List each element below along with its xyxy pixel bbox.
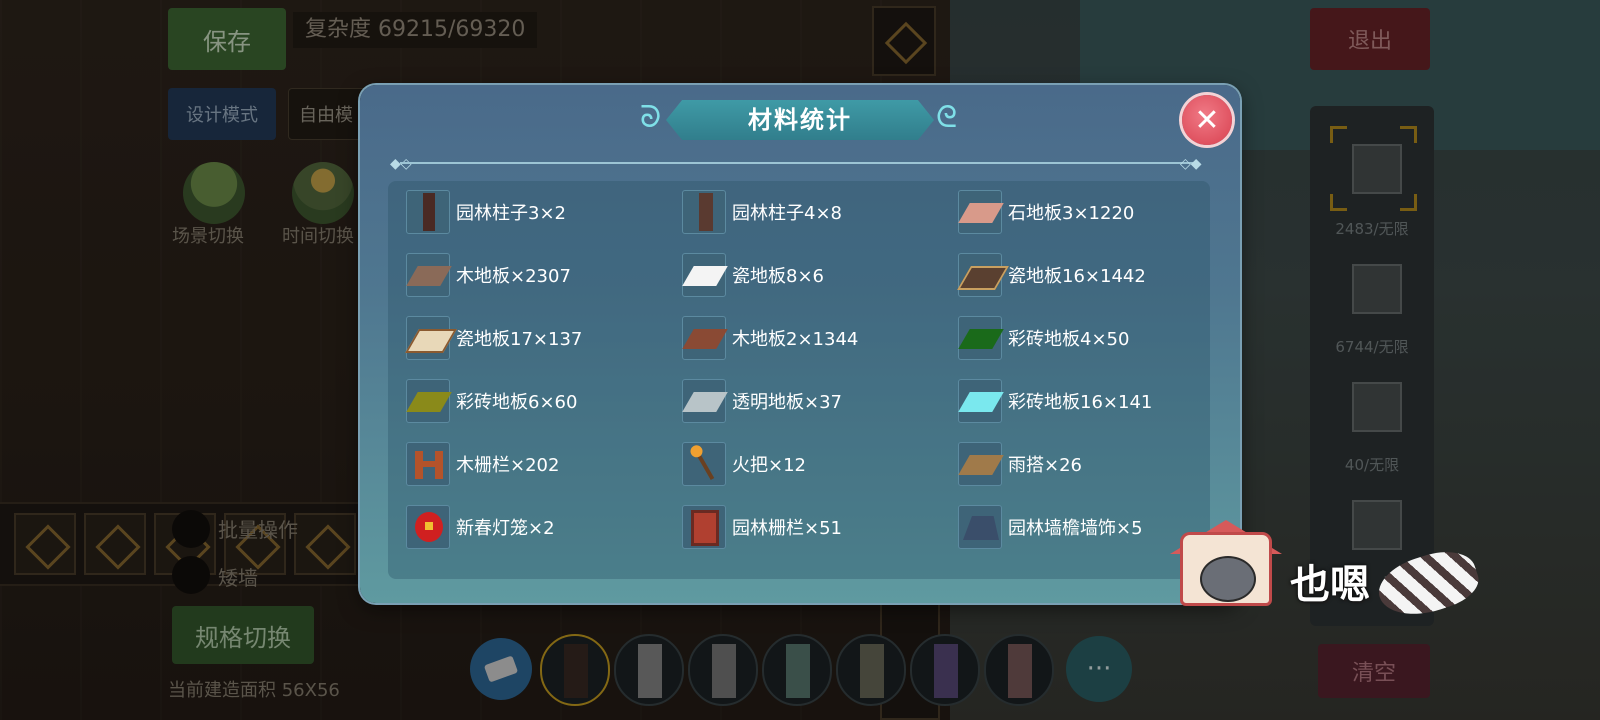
divider-ornament: ◆◇ bbox=[390, 156, 412, 172]
material-item: 瓷地板8×6 bbox=[682, 252, 824, 298]
material-label: 彩砖地板6×60 bbox=[456, 392, 578, 413]
material-label: 木地板2×1344 bbox=[732, 329, 859, 350]
divider-ornament: ◇◆ bbox=[1180, 156, 1202, 172]
raccoon-mascot-icon bbox=[1200, 556, 1256, 602]
wood-floor-icon bbox=[682, 316, 728, 360]
glass-floor-icon bbox=[682, 379, 728, 423]
close-button[interactable]: ✕ bbox=[1182, 95, 1232, 145]
eave-icon bbox=[958, 505, 1002, 549]
material-item: 瓷地板17×137 bbox=[405, 315, 583, 361]
material-item: 雨搭×26 bbox=[958, 441, 1082, 487]
material-label: 火把×12 bbox=[732, 455, 806, 476]
material-list: 园林柱子3×2 园林柱子4×8 石地板3×1220 木地板×2307 瓷地板8×… bbox=[388, 181, 1210, 579]
mascot-text: 也嗯 bbox=[1290, 562, 1370, 608]
title-divider bbox=[400, 162, 1195, 164]
material-stats-dialog: ᘐ 材料统计 ᘓ ✕ ◆◇ ◇◆ 园林柱子3×2 园林柱子4×8 石地板3×12… bbox=[360, 85, 1240, 603]
material-item: 彩砖地板16×141 bbox=[958, 378, 1152, 424]
material-item: 新春灯笼×2 bbox=[406, 504, 555, 550]
lantern-icon bbox=[406, 505, 450, 549]
material-item: 园林柱子3×2 bbox=[406, 189, 566, 235]
material-label: 瓷地板16×1442 bbox=[1008, 266, 1146, 287]
material-label: 新春灯笼×2 bbox=[456, 518, 555, 539]
material-label: 园林栅栏×51 bbox=[732, 518, 842, 539]
wood-fence-icon bbox=[406, 442, 450, 486]
left-swirl-ornament: ᘐ bbox=[640, 100, 662, 135]
material-item: 彩砖地板6×60 bbox=[406, 378, 577, 424]
wood-floor-icon bbox=[406, 253, 452, 297]
material-label: 雨搭×26 bbox=[1008, 455, 1082, 476]
material-label: 透明地板×37 bbox=[732, 392, 842, 413]
material-label: 石地板3×1220 bbox=[1008, 203, 1135, 224]
material-item: 火把×12 bbox=[682, 441, 806, 487]
material-label: 瓷地板8×6 bbox=[732, 266, 824, 287]
material-item: 彩砖地板4×50 bbox=[958, 315, 1129, 361]
material-item: 木地板×2307 bbox=[406, 252, 571, 298]
material-label: 园林墙檐墙饰×5 bbox=[1008, 518, 1143, 539]
torch-icon bbox=[682, 442, 726, 486]
olive-tile-icon bbox=[406, 379, 452, 423]
material-item: 园林墙檐墙饰×5 bbox=[958, 504, 1143, 550]
right-swirl-ornament: ᘓ bbox=[936, 100, 958, 135]
green-tile-icon bbox=[958, 316, 1004, 360]
material-label: 园林柱子3×2 bbox=[456, 203, 566, 224]
dialog-title: 材料统计 bbox=[748, 106, 852, 134]
material-label: 园林柱子4×8 bbox=[732, 203, 842, 224]
material-item: 透明地板×37 bbox=[682, 378, 842, 424]
material-item: 园林栅栏×51 bbox=[682, 504, 842, 550]
pattern-tile-icon bbox=[957, 253, 1009, 297]
awning-icon bbox=[958, 442, 1004, 486]
garden-fence-icon bbox=[682, 505, 726, 549]
material-item: 木地板2×1344 bbox=[682, 315, 858, 361]
stone-floor-icon bbox=[958, 190, 1004, 234]
material-item: 木栅栏×202 bbox=[406, 441, 559, 487]
material-label: 彩砖地板16×141 bbox=[1008, 392, 1153, 413]
material-item: 瓷地板16×1442 bbox=[957, 252, 1146, 298]
pillar-icon bbox=[406, 190, 450, 234]
material-label: 彩砖地板4×50 bbox=[1008, 329, 1130, 350]
white-tile-icon bbox=[682, 253, 728, 297]
pillar-icon bbox=[682, 190, 726, 234]
material-item: 园林柱子4×8 bbox=[682, 189, 842, 235]
material-label: 木地板×2307 bbox=[456, 266, 571, 287]
material-label: 木栅栏×202 bbox=[456, 455, 560, 476]
pattern-tile-icon bbox=[405, 316, 457, 360]
material-item: 石地板3×1220 bbox=[958, 189, 1134, 235]
material-label: 瓷地板17×137 bbox=[456, 329, 583, 350]
cyan-tile-icon bbox=[958, 379, 1004, 423]
